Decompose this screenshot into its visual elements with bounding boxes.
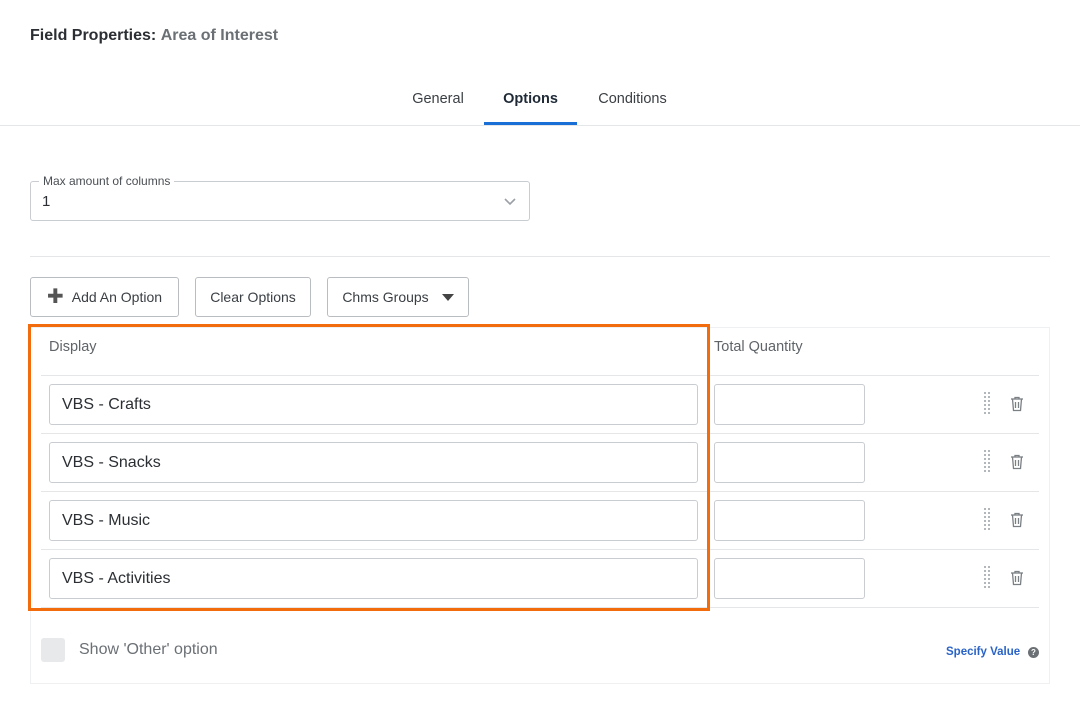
drag-handle-icon[interactable] (983, 391, 991, 417)
tab-bar: General Options Conditions (0, 78, 1080, 126)
tab-conditions[interactable]: Conditions (585, 78, 680, 125)
page-title-value: Area of Interest (160, 27, 279, 44)
tab-general[interactable]: General (398, 78, 478, 125)
section-divider (30, 256, 1050, 257)
chms-groups-dropdown[interactable]: Chms Groups (327, 277, 469, 317)
row-divider (41, 607, 1039, 608)
caret-down-icon (441, 293, 454, 301)
max-columns-legend: Max amount of columns (39, 174, 175, 188)
chms-groups-label: Chms Groups (342, 289, 429, 305)
chevron-down-icon (504, 198, 516, 206)
clear-options-button[interactable]: Clear Options (195, 277, 311, 317)
option-display-input[interactable]: VBS - Activities (49, 558, 698, 599)
trash-icon[interactable] (1010, 512, 1024, 528)
drag-handle-icon[interactable] (983, 565, 991, 591)
add-option-button[interactable]: ✚ Add An Option (30, 277, 179, 317)
trash-icon[interactable] (1010, 570, 1024, 586)
add-option-label: Add An Option (71, 289, 163, 305)
page-title-label: Field Properties: (30, 27, 157, 44)
show-other-label: Show 'Other' option (79, 641, 218, 658)
option-display-input[interactable]: VBS - Crafts (49, 384, 698, 425)
drag-handle-icon[interactable] (983, 449, 991, 475)
trash-icon[interactable] (1010, 396, 1024, 412)
option-display-input[interactable]: VBS - Snacks (49, 442, 698, 483)
row-divider (41, 491, 1039, 492)
column-header-display: Display (49, 339, 97, 355)
page-title: Field Properties: Area of Interest (30, 27, 278, 45)
option-quantity-input[interactable] (714, 442, 865, 483)
row-divider (41, 433, 1039, 434)
help-icon[interactable]: ? (1028, 647, 1039, 658)
tab-options[interactable]: Options (484, 78, 577, 125)
option-display-input[interactable]: VBS - Music (49, 500, 698, 541)
row-divider (41, 549, 1039, 550)
trash-icon[interactable] (1010, 454, 1024, 470)
specify-value-link[interactable]: Specify Value (946, 646, 1020, 658)
option-quantity-input[interactable] (714, 384, 865, 425)
max-columns-select[interactable]: Max amount of columns 1 (30, 174, 530, 221)
show-other-checkbox[interactable] (41, 638, 65, 662)
option-quantity-input[interactable] (714, 500, 865, 541)
column-header-quantity: Total Quantity (714, 339, 803, 355)
row-divider (41, 375, 1039, 376)
plus-icon: ✚ (46, 286, 64, 308)
option-quantity-input[interactable] (714, 558, 865, 599)
max-columns-value: 1 (42, 193, 51, 210)
drag-handle-icon[interactable] (983, 507, 991, 533)
clear-options-label: Clear Options (210, 289, 296, 305)
